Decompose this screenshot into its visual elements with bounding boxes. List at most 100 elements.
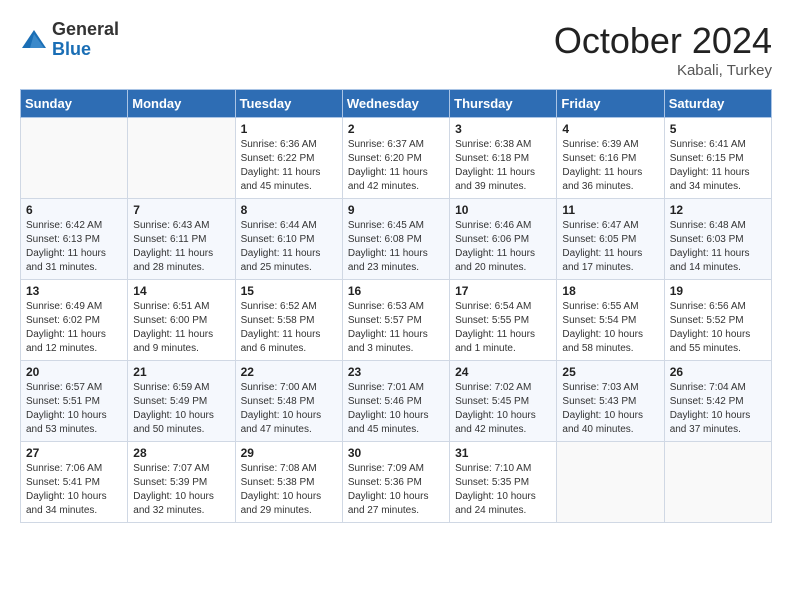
day-number: 19 [670, 284, 766, 298]
day-number: 31 [455, 446, 551, 460]
day-number: 12 [670, 203, 766, 217]
day-number: 24 [455, 365, 551, 379]
calendar-cell: 6 Sunrise: 6:42 AM Sunset: 6:13 PM Daylig… [21, 199, 128, 280]
day-header-saturday: Saturday [664, 90, 771, 118]
day-number: 17 [455, 284, 551, 298]
day-number: 23 [348, 365, 444, 379]
cell-content: Sunrise: 6:47 AM Sunset: 6:05 PM Dayligh… [562, 219, 658, 275]
day-number: 4 [562, 122, 658, 136]
cell-content: Sunrise: 6:59 AM Sunset: 5:49 PM Dayligh… [133, 381, 229, 437]
calendar-cell: 14 Sunrise: 6:51 AM Sunset: 6:00 PM Dayli… [128, 280, 235, 361]
cell-content: Sunrise: 6:54 AM Sunset: 5:55 PM Dayligh… [455, 300, 551, 356]
calendar-cell [557, 442, 664, 523]
cell-content: Sunrise: 6:42 AM Sunset: 6:13 PM Dayligh… [26, 219, 122, 275]
day-number: 15 [241, 284, 337, 298]
day-number: 5 [670, 122, 766, 136]
month-title: October 2024 [554, 20, 772, 62]
week-row-3: 13 Sunrise: 6:49 AM Sunset: 6:02 PM Dayli… [21, 280, 772, 361]
cell-content: Sunrise: 7:06 AM Sunset: 5:41 PM Dayligh… [26, 462, 122, 518]
logo-general: General [52, 20, 119, 40]
day-number: 26 [670, 365, 766, 379]
page-header: General Blue October 2024 Kabali, Turkey [20, 20, 772, 79]
cell-content: Sunrise: 7:00 AM Sunset: 5:48 PM Dayligh… [241, 381, 337, 437]
calendar-cell: 18Sunrise: 6:55 AM Sunset: 5:54 PM Dayli… [557, 280, 664, 361]
week-row-2: 6 Sunrise: 6:42 AM Sunset: 6:13 PM Daylig… [21, 199, 772, 280]
cell-content: Sunrise: 7:04 AM Sunset: 5:42 PM Dayligh… [670, 381, 766, 437]
logo-icon [20, 26, 48, 54]
cell-content: Sunrise: 6:56 AM Sunset: 5:52 PM Dayligh… [670, 300, 766, 356]
day-number: 9 [348, 203, 444, 217]
day-number: 21 [133, 365, 229, 379]
calendar-cell: 20 Sunrise: 6:57 AM Sunset: 5:51 PM Dayli… [21, 361, 128, 442]
calendar-cell: 21 Sunrise: 6:59 AM Sunset: 5:49 PM Dayli… [128, 361, 235, 442]
calendar-cell: 8 Sunrise: 6:44 AM Sunset: 6:10 PM Daylig… [235, 199, 342, 280]
day-number: 10 [455, 203, 551, 217]
calendar-cell [21, 118, 128, 199]
day-header-wednesday: Wednesday [342, 90, 449, 118]
calendar-cell: 16Sunrise: 6:53 AM Sunset: 5:57 PM Dayli… [342, 280, 449, 361]
calendar-cell: 29 Sunrise: 7:08 AM Sunset: 5:38 PM Dayli… [235, 442, 342, 523]
day-header-monday: Monday [128, 90, 235, 118]
calendar-table: SundayMondayTuesdayWednesdayThursdayFrid… [20, 89, 772, 523]
cell-content: Sunrise: 7:10 AM Sunset: 5:35 PM Dayligh… [455, 462, 551, 518]
week-row-4: 20 Sunrise: 6:57 AM Sunset: 5:51 PM Dayli… [21, 361, 772, 442]
title-block: October 2024 Kabali, Turkey [554, 20, 772, 79]
header-row: SundayMondayTuesdayWednesdayThursdayFrid… [21, 90, 772, 118]
day-number: 7 [133, 203, 229, 217]
day-number: 29 [241, 446, 337, 460]
day-number: 27 [26, 446, 122, 460]
logo-blue: Blue [52, 40, 119, 60]
calendar-cell: 1 Sunrise: 6:36 AM Sunset: 6:22 PM Daylig… [235, 118, 342, 199]
cell-content: Sunrise: 7:01 AM Sunset: 5:46 PM Dayligh… [348, 381, 444, 437]
logo: General Blue [20, 20, 119, 60]
cell-content: Sunrise: 6:51 AM Sunset: 6:00 PM Dayligh… [133, 300, 229, 356]
calendar-cell: 15 Sunrise: 6:52 AM Sunset: 5:58 PM Dayli… [235, 280, 342, 361]
cell-content: Sunrise: 6:45 AM Sunset: 6:08 PM Dayligh… [348, 219, 444, 275]
day-header-sunday: Sunday [21, 90, 128, 118]
cell-content: Sunrise: 6:38 AM Sunset: 6:18 PM Dayligh… [455, 138, 551, 194]
cell-content: Sunrise: 7:08 AM Sunset: 5:38 PM Dayligh… [241, 462, 337, 518]
day-number: 28 [133, 446, 229, 460]
calendar-cell [128, 118, 235, 199]
day-number: 14 [133, 284, 229, 298]
calendar-cell: 25Sunrise: 7:03 AM Sunset: 5:43 PM Dayli… [557, 361, 664, 442]
calendar-cell: 27 Sunrise: 7:06 AM Sunset: 5:41 PM Dayli… [21, 442, 128, 523]
day-number: 3 [455, 122, 551, 136]
calendar-cell: 13 Sunrise: 6:49 AM Sunset: 6:02 PM Dayli… [21, 280, 128, 361]
cell-content: Sunrise: 6:52 AM Sunset: 5:58 PM Dayligh… [241, 300, 337, 356]
calendar-cell [664, 442, 771, 523]
cell-content: Sunrise: 7:03 AM Sunset: 5:43 PM Dayligh… [562, 381, 658, 437]
day-header-tuesday: Tuesday [235, 90, 342, 118]
day-number: 30 [348, 446, 444, 460]
calendar-cell: 11 Sunrise: 6:47 AM Sunset: 6:05 PM Dayli… [557, 199, 664, 280]
day-header-thursday: Thursday [450, 90, 557, 118]
calendar-cell: 5Sunrise: 6:41 AM Sunset: 6:15 PM Daylig… [664, 118, 771, 199]
cell-content: Sunrise: 6:43 AM Sunset: 6:11 PM Dayligh… [133, 219, 229, 275]
calendar-cell: 7 Sunrise: 6:43 AM Sunset: 6:11 PM Daylig… [128, 199, 235, 280]
day-number: 8 [241, 203, 337, 217]
calendar-cell: 2Sunrise: 6:37 AM Sunset: 6:20 PM Daylig… [342, 118, 449, 199]
calendar-cell: 26 Sunrise: 7:04 AM Sunset: 5:42 PM Dayli… [664, 361, 771, 442]
cell-content: Sunrise: 6:44 AM Sunset: 6:10 PM Dayligh… [241, 219, 337, 275]
cell-content: Sunrise: 6:46 AM Sunset: 6:06 PM Dayligh… [455, 219, 551, 275]
calendar-cell: 17 Sunrise: 6:54 AM Sunset: 5:55 PM Dayli… [450, 280, 557, 361]
calendar-cell: 31 Sunrise: 7:10 AM Sunset: 5:35 PM Dayli… [450, 442, 557, 523]
cell-content: Sunrise: 6:36 AM Sunset: 6:22 PM Dayligh… [241, 138, 337, 194]
calendar-cell: 30 Sunrise: 7:09 AM Sunset: 5:36 PM Dayli… [342, 442, 449, 523]
day-number: 11 [562, 203, 658, 217]
week-row-5: 27 Sunrise: 7:06 AM Sunset: 5:41 PM Dayli… [21, 442, 772, 523]
calendar-cell: 28 Sunrise: 7:07 AM Sunset: 5:39 PM Dayli… [128, 442, 235, 523]
cell-content: Sunrise: 6:57 AM Sunset: 5:51 PM Dayligh… [26, 381, 122, 437]
cell-content: Sunrise: 7:09 AM Sunset: 5:36 PM Dayligh… [348, 462, 444, 518]
cell-content: Sunrise: 6:49 AM Sunset: 6:02 PM Dayligh… [26, 300, 122, 356]
day-number: 13 [26, 284, 122, 298]
cell-content: Sunrise: 6:48 AM Sunset: 6:03 PM Dayligh… [670, 219, 766, 275]
day-number: 6 [26, 203, 122, 217]
cell-content: Sunrise: 7:07 AM Sunset: 5:39 PM Dayligh… [133, 462, 229, 518]
day-number: 1 [241, 122, 337, 136]
calendar-cell: 19 Sunrise: 6:56 AM Sunset: 5:52 PM Dayli… [664, 280, 771, 361]
day-number: 20 [26, 365, 122, 379]
cell-content: Sunrise: 6:39 AM Sunset: 6:16 PM Dayligh… [562, 138, 658, 194]
day-number: 18 [562, 284, 658, 298]
calendar-cell: 12 Sunrise: 6:48 AM Sunset: 6:03 PM Dayli… [664, 199, 771, 280]
